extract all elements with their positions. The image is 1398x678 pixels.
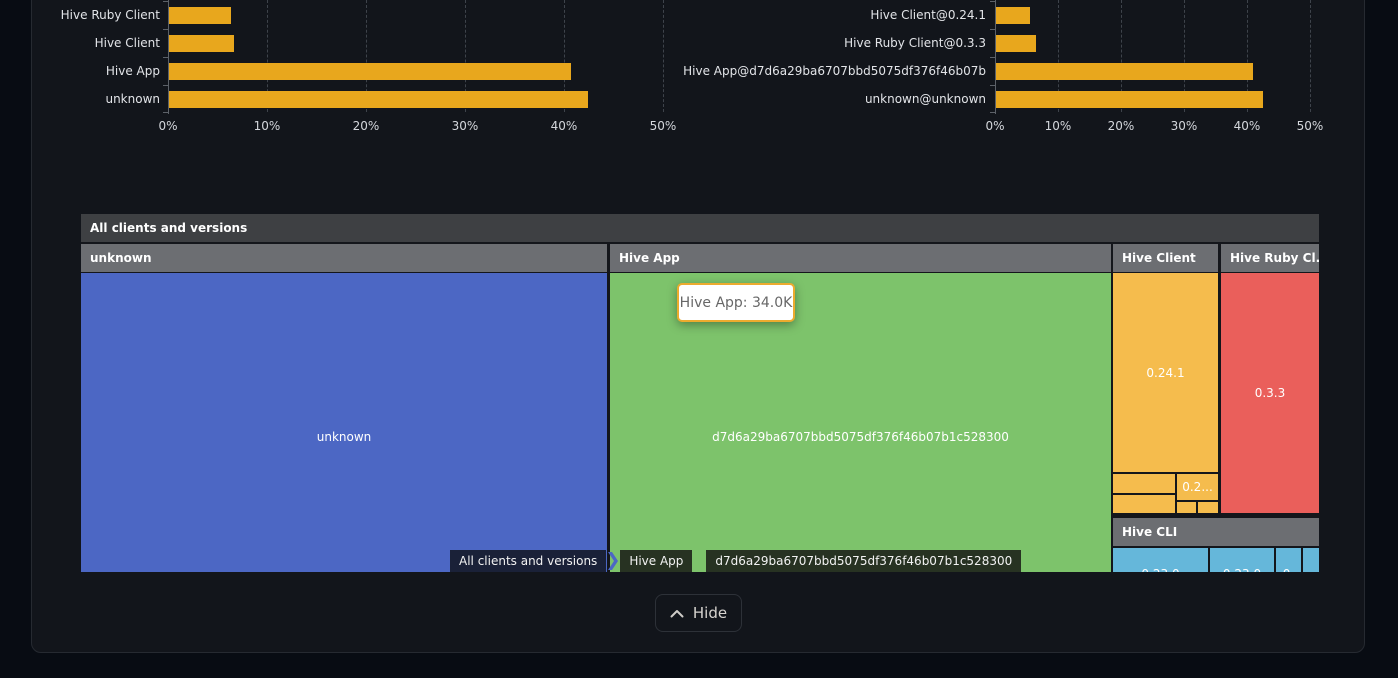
y-axis-tick — [990, 29, 995, 30]
x-tick-label: 20% — [1089, 119, 1153, 133]
treemap-section-header-hive-client[interactable]: Hive Client — [1113, 244, 1218, 272]
treemap-breadcrumb: All clients and versions Hive App d7d6a2… — [450, 550, 1021, 572]
hide-button-label: Hide — [693, 604, 727, 622]
treemap-node-hive-ruby-033[interactable]: 0.3.3 — [1221, 273, 1319, 513]
treemap-node-hive-cli-0230b[interactable]: 0.23.0 — [1210, 548, 1274, 572]
treemap-node-hive-client-small[interactable] — [1113, 474, 1175, 493]
category-label: Hive App@d7d6a29ba6707bbd5075df376f46b07… — [656, 63, 986, 80]
treemap-node-hive-client-0241[interactable]: 0.24.1 — [1113, 273, 1218, 472]
breadcrumb-item-hash[interactable]: d7d6a29ba6707bbd5075df376f46b07b1c528300 — [706, 550, 1021, 572]
treemap-node-hive-client-tiny[interactable] — [1198, 502, 1218, 513]
treemap-node-unknown[interactable]: unknown — [81, 273, 607, 572]
bar-Hive Client@0.24.1[interactable] — [996, 7, 1030, 24]
x-tick-label: 30% — [1152, 119, 1216, 133]
x-tick-label: 40% — [1215, 119, 1279, 133]
x-tick-label: 50% — [1278, 119, 1342, 133]
gridline — [1310, 0, 1311, 112]
y-axis-tick — [990, 57, 995, 58]
treemap-node-hive-client-02x[interactable]: 0.2... — [1177, 474, 1218, 500]
y-axis-tick — [990, 1, 995, 2]
x-tick-label: 10% — [1026, 119, 1090, 133]
chevron-up-icon — [670, 609, 684, 618]
treemap-section-header-hive-cli[interactable]: Hive CLI — [1113, 518, 1319, 546]
treemap-node-hive-cli-tiny[interactable] — [1303, 548, 1319, 572]
bar-Hive Ruby Client@0.3.3[interactable] — [996, 35, 1036, 52]
treemap-section-header-unknown[interactable]: unknown — [81, 244, 607, 272]
category-label: Hive Ruby Client@0.3.3 — [656, 35, 986, 52]
bar-chart-client-versions: 0%10%20%30%40%50% Hive Client@0.24.1 Hive … — [0, 0, 1398, 140]
x-tick-label: 0% — [963, 119, 1027, 133]
hide-button[interactable]: Hide — [655, 594, 742, 632]
category-label: Hive Client@0.24.1 — [656, 7, 986, 24]
breadcrumb-item-hive-app[interactable]: Hive App — [620, 550, 692, 572]
breadcrumb-chevron-icon — [606, 550, 620, 572]
treemap-all-clients-and-versions: All clients and versions unknown unknown… — [81, 214, 1319, 572]
treemap-node-hive-cli-0x[interactable]: 0. — [1276, 548, 1301, 572]
treemap-section-header-hive-app[interactable]: Hive App — [610, 244, 1111, 272]
y-axis-tick — [990, 85, 995, 86]
breadcrumb-item-all-clients[interactable]: All clients and versions — [450, 550, 606, 572]
breadcrumb-chevron-icon — [692, 550, 706, 572]
treemap-tooltip: Hive App: 34.0K — [677, 283, 795, 322]
treemap-root-header[interactable]: All clients and versions — [81, 214, 1319, 242]
treemap-node-hive-cli-0230[interactable]: 0.23.0 — [1113, 548, 1208, 572]
treemap-node-hive-client-small[interactable] — [1113, 495, 1175, 513]
y-axis-tick — [990, 112, 995, 113]
bar-unknown@unknown[interactable] — [996, 91, 1263, 108]
treemap-node-hive-client-tiny[interactable] — [1177, 502, 1196, 513]
bar-Hive App@d7d6a29ba6707bbd5075df376f46b07b[interactable] — [996, 63, 1253, 80]
category-label: unknown@unknown — [656, 91, 986, 108]
treemap-section-header-hive-ruby-client[interactable]: Hive Ruby Cl... — [1221, 244, 1319, 272]
